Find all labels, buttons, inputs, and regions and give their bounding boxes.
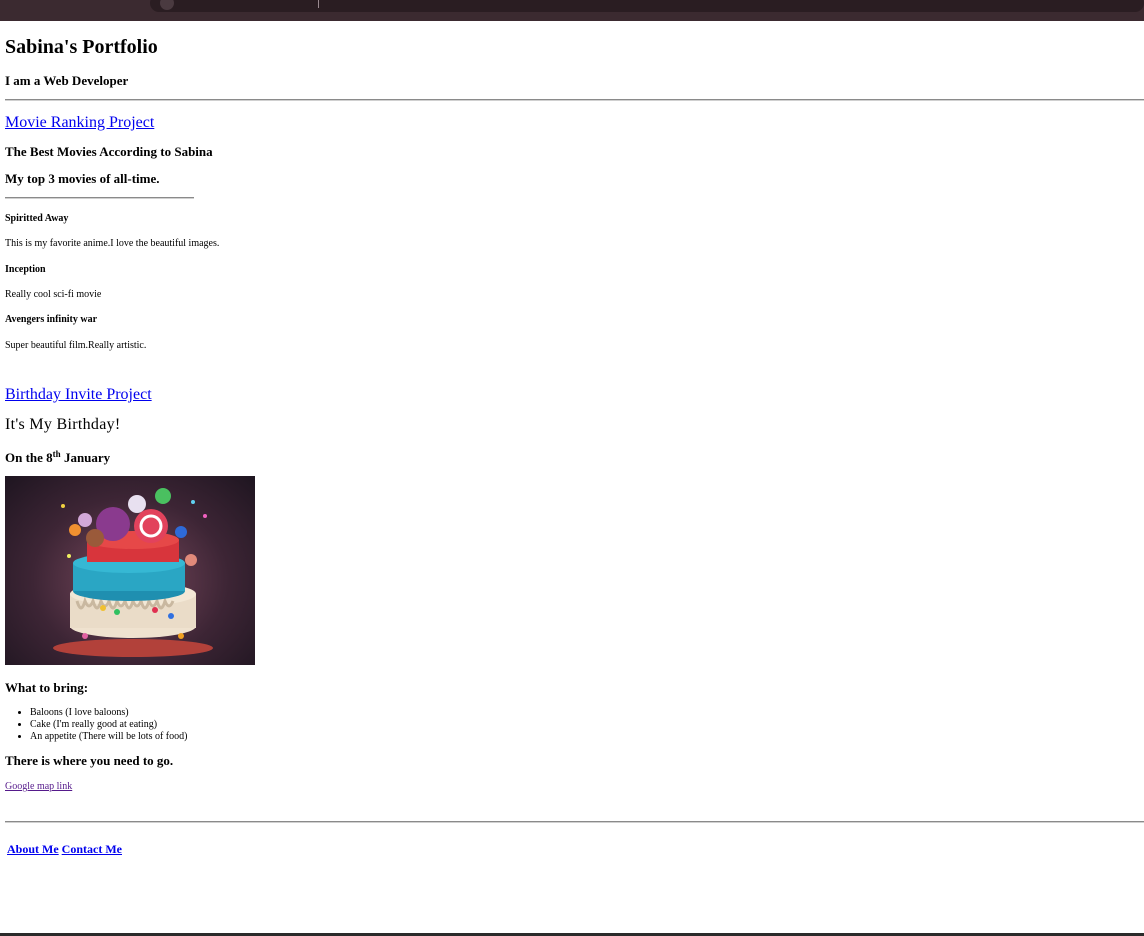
site-info-icon[interactable] <box>160 0 174 10</box>
contact-me-link[interactable]: Contact Me <box>62 842 122 856</box>
movie-title: Inception <box>5 264 46 275</box>
bring-list: Baloons (I love baloons) Cake (I'm reall… <box>5 707 187 743</box>
list-item: An appetite (There will be lots of food) <box>30 731 187 743</box>
movie-description: Super beautiful film.Really artistic. <box>5 340 147 351</box>
movie-description: This is my favorite anime.I love the bea… <box>5 238 220 249</box>
birthday-heading: It's My Birthday! <box>5 416 121 433</box>
about-me-link[interactable]: About Me <box>7 842 59 856</box>
list-item: Cake (I'm really good at eating) <box>30 719 187 731</box>
page-title: Sabina's Portfolio <box>5 36 158 58</box>
movie-heading: The Best Movies According to Sabina <box>5 144 213 159</box>
divider-top <box>5 99 1144 101</box>
birthday-date: On the 8th January <box>5 449 111 466</box>
divider-movies <box>5 197 194 199</box>
movie-title: Spiritted Away <box>5 213 69 224</box>
browser-top-bar <box>0 0 1144 21</box>
bring-heading: What to bring: <box>5 680 89 695</box>
page-subtitle: I am a Web Developer <box>5 73 129 88</box>
movie-ranking-project-link[interactable]: Movie Ranking Project <box>5 114 154 132</box>
movie-subheading: My top 3 movies of all-time. <box>5 171 160 186</box>
birthday-invite-project-link[interactable]: Birthday Invite Project <box>5 386 152 404</box>
divider-bottom <box>5 821 1144 823</box>
movie-description: Really cool sci-fi movie <box>5 289 102 300</box>
footer-nav: About Me Contact Me <box>7 842 122 857</box>
location-heading: There is where you need to go. <box>5 753 174 768</box>
movie-title: Avengers infinity war <box>5 314 98 325</box>
google-map-link[interactable]: Google map link <box>5 781 72 792</box>
text-cursor <box>318 0 319 8</box>
birthday-cake-image <box>5 476 255 665</box>
list-item: Baloons (I love baloons) <box>30 707 187 719</box>
address-bar[interactable] <box>150 0 1144 12</box>
